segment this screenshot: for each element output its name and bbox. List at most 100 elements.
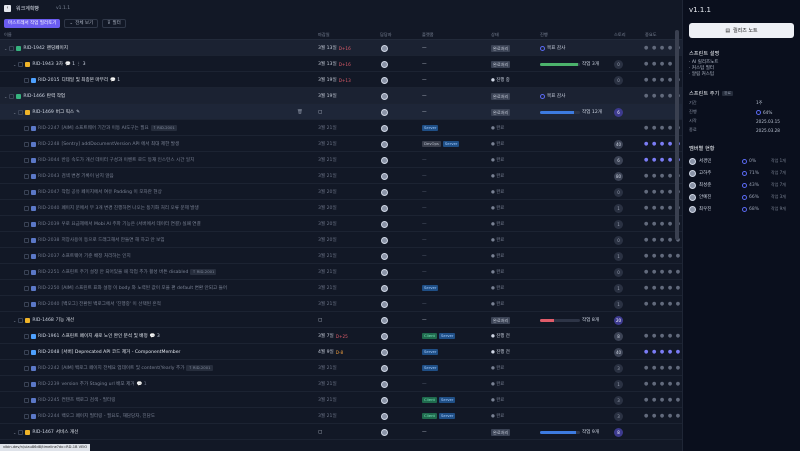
avatar[interactable] [381, 252, 388, 260]
row-checkbox[interactable] [18, 109, 24, 115]
due-date[interactable]: 3월 21일 [318, 141, 337, 147]
status-badge[interactable]: 완료처리 [491, 108, 511, 116]
storypoint-badge[interactable]: 3 [614, 411, 623, 421]
avatar[interactable] [381, 92, 388, 100]
platform-placeholder[interactable]: — [422, 158, 427, 163]
avatar[interactable] [381, 348, 388, 356]
status-text[interactable]: ● 완료 [491, 413, 504, 419]
avatar[interactable] [381, 332, 388, 340]
storypoint-badge[interactable]: 6 [614, 107, 623, 117]
platform-tag[interactable]: DevOps [422, 141, 441, 147]
chevron-down-icon[interactable]: ⌄ [13, 430, 16, 435]
avatar[interactable] [381, 396, 388, 404]
issue-title[interactable]: [백오그] 전환된 백로그에서 '진행중' 이 선택된 흔적 [61, 301, 160, 307]
table-row[interactable]: RID-3044 반응 속도가 개선 데이터 구성과 이벤트 로드 등재 인스턴스… [0, 152, 682, 168]
issue-title[interactable]: 검색 변경 기록이 남지 않음 [61, 173, 113, 179]
status-text[interactable]: ● 완료 [491, 301, 504, 307]
issue-id[interactable]: RID-2048 [38, 350, 59, 355]
storypoint-badge[interactable]: 20 [614, 315, 623, 325]
avatar[interactable] [381, 412, 388, 420]
parent-tag[interactable]: ↑ RID-2001 [186, 365, 213, 371]
issue-title[interactable]: 버그 픽스 [56, 109, 74, 115]
row-checkbox[interactable] [18, 429, 24, 435]
row-checkbox[interactable] [24, 189, 29, 195]
storypoint-badge[interactable]: 40 [614, 139, 623, 149]
table-row[interactable]: RID-2047 작업 공유 페이지에서 여유 Padding 이 모자란 현상 3… [0, 184, 682, 200]
issue-id[interactable]: RID-1468 [32, 318, 53, 323]
row-checkbox[interactable] [24, 301, 29, 307]
avatar[interactable] [381, 156, 388, 164]
issue-id[interactable]: RID-2040 [38, 206, 59, 211]
storypoint-badge[interactable]: 1 [614, 203, 623, 213]
issue-id[interactable]: RID-1943 [32, 62, 53, 67]
avatar[interactable] [381, 300, 388, 308]
issue-title[interactable]: [서버] Deprecated API 코드 제거 - ComponentMem… [61, 349, 180, 355]
row-checkbox[interactable] [9, 93, 15, 99]
storypoint-badge[interactable]: 1 [614, 219, 623, 229]
parent-tag[interactable]: ↑ RID-2001 [150, 125, 177, 131]
due-date[interactable]: 3월 20일 [318, 221, 337, 227]
col-priority[interactable]: 중요도 [645, 32, 657, 38]
row-checkbox[interactable] [24, 413, 29, 419]
status-text[interactable]: ● 완료 [491, 365, 504, 371]
issue-title[interactable]: 탄력 작업 [47, 93, 65, 99]
avatar[interactable] [381, 44, 388, 52]
storypoint-badge[interactable]: 0 [614, 59, 623, 69]
row-checkbox[interactable] [18, 61, 24, 67]
due-date[interactable]: 3월 21일 [318, 301, 337, 307]
calendar-icon[interactable]: ▢ [318, 110, 322, 115]
priority-dots[interactable]: ● ● ● ● ● [644, 413, 681, 419]
issue-title[interactable]: 저장사용이 등으로 드래그해서 만들면 해 하고 안 보임 [61, 237, 164, 243]
avatar[interactable] [381, 140, 388, 148]
platform-placeholder[interactable]: — [422, 238, 427, 243]
platform-tag[interactable]: Client [422, 333, 437, 339]
table-row[interactable]: ⌄ RID-1943 3차 💬 1 ⋮ 3 3월 13일 D+16 — 완료처리 작업 3개 0 ●… [0, 56, 682, 72]
priority-dots[interactable]: ● ● ● ● ● [644, 333, 681, 339]
storypoint-badge[interactable]: 1 [614, 299, 623, 309]
row-checkbox[interactable] [24, 141, 29, 147]
platform-placeholder[interactable]: — [422, 206, 427, 211]
avatar[interactable] [381, 172, 388, 180]
platform-placeholder[interactable]: — [422, 94, 427, 99]
priority-dots[interactable]: ● ● ● ● ● [644, 381, 681, 387]
priority-dots[interactable]: ● ● ● ● ● [644, 349, 681, 355]
row-checkbox[interactable] [24, 125, 29, 131]
issue-title[interactable]: 컨텐츠 백로그 검색 - 필터링 [61, 397, 115, 403]
table-row[interactable]: RID-2015 디테일 및 최종본 마무리 💬 1 3월 19일 D+13 — ● 진행 … [0, 72, 682, 88]
row-checkbox[interactable] [24, 397, 29, 403]
issue-id[interactable]: RID-1942 [23, 46, 44, 51]
platform-placeholder[interactable]: — [422, 46, 427, 51]
due-date[interactable]: 3월 21일 [318, 413, 337, 419]
issue-title[interactable]: version 추가 Staging url 배포 제거 [61, 381, 134, 387]
avatar[interactable] [381, 284, 388, 292]
platform-placeholder[interactable]: — [422, 110, 427, 115]
platform-tag[interactable]: Server [442, 141, 460, 147]
due-date[interactable]: 3월 13일 [318, 45, 337, 51]
table-row[interactable]: RID-2040 [백오그] 전환된 백로그에서 '진행중' 이 선택된 흔적 3월… [0, 296, 682, 312]
table-row[interactable]: ⌄ RID-1468 기능 개선 ▢ — 완료처리 작업 8개 20 [0, 312, 682, 328]
issue-id[interactable]: RID-1961 [38, 334, 59, 339]
issue-id[interactable]: RID-2037 [38, 254, 59, 259]
table-row[interactable]: ⌄ RID-1466 탄력 작업 3월 19일 — 완료처리 목표 감사 ● ● ● ● ● [0, 88, 682, 104]
table-row[interactable]: RID-2048 [서버] Deprecated API 코드 제거 - Comp… [0, 344, 682, 360]
storypoint-badge[interactable]: 40 [614, 347, 623, 357]
issue-title[interactable]: 3차 [56, 61, 63, 67]
due-date[interactable]: 3월 21일 [318, 125, 337, 131]
issue-title[interactable]: 스프린트 페이지 새로 노인 완인 분석 및 배정 [61, 333, 147, 339]
member-row[interactable]: 고하주 71% 작업 7개 [689, 167, 794, 179]
col-progress[interactable]: 진행 [540, 32, 548, 38]
storypoint-badge[interactable]: 0 [614, 267, 623, 277]
storypoint-badge[interactable]: 6 [614, 155, 623, 165]
due-date[interactable]: 4월 9일 [318, 349, 334, 355]
primary-action-button[interactable]: 마스트레서 작업 필러토기 [4, 18, 61, 28]
table-row[interactable]: RID-2244 백오그 페이지 필터링 - 필요도, 재담당자, 진담도 3월 2… [0, 408, 682, 424]
status-text[interactable]: ● 완료 [491, 173, 504, 179]
priority-dots[interactable]: ● ● ● ● ● [644, 397, 681, 403]
storypoint-badge[interactable]: 0 [614, 187, 623, 197]
issue-title[interactable]: 스프린트 주기 설정 안 되어있을 때 작업 추가 활성 버튼 disabled [61, 269, 188, 275]
issue-id[interactable]: RID-2038 [38, 238, 59, 243]
table-row[interactable]: RID-2242 [AIM] 백로그 페이지 전체요 업데이트 및 content… [0, 360, 682, 376]
table-row[interactable]: RID-2247 [AIM] 소프트웨어 기간과 이동 AI도구는 필요 ↑ RID… [0, 120, 682, 136]
issue-id[interactable]: RID-1466 [23, 94, 44, 99]
status-badge[interactable]: 완료처리 [491, 316, 511, 324]
